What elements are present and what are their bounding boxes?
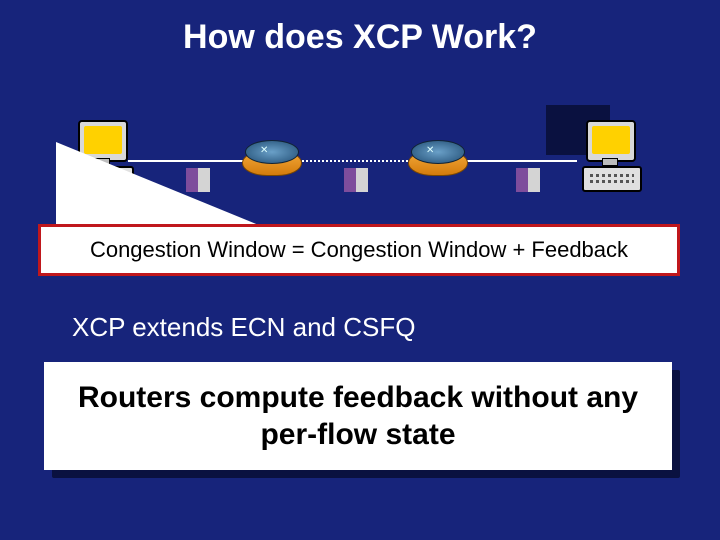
router-2-icon: ✕ bbox=[408, 140, 466, 180]
statement-text: Routers compute feedback without any per… bbox=[44, 379, 672, 454]
host-receiver-icon bbox=[580, 120, 644, 192]
formula-box: Congestion Window = Congestion Window + … bbox=[38, 224, 680, 276]
formula-text: Congestion Window = Congestion Window + … bbox=[90, 237, 628, 263]
slide-title: How does XCP Work? bbox=[0, 18, 720, 57]
callout-wedge bbox=[56, 142, 266, 228]
statement-box: Routers compute feedback without any per… bbox=[44, 362, 672, 470]
link-3 bbox=[463, 160, 577, 162]
packet-marker-2 bbox=[344, 168, 368, 192]
extends-text: XCP extends ECN and CSFQ bbox=[72, 312, 415, 343]
link-2-dotted bbox=[298, 160, 408, 162]
packet-marker-3 bbox=[516, 168, 540, 192]
slide: How does XCP Work? ✕ ✕ Congesti bbox=[0, 0, 720, 540]
